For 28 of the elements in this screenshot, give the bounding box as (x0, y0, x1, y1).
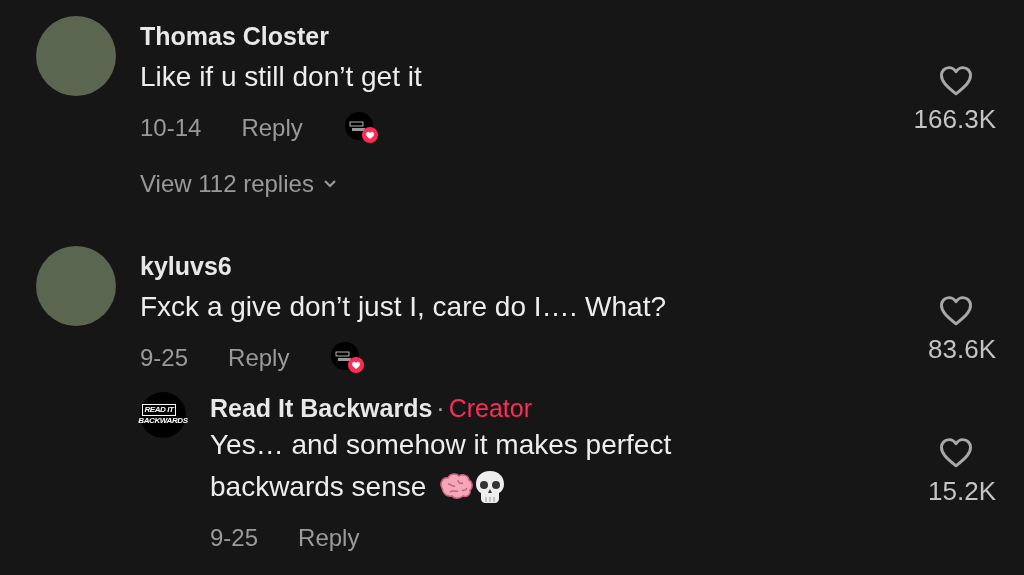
comment-text: Fxck a give don’t just I, care do I…. What? (140, 290, 667, 324)
reply-button[interactable]: Reply (241, 110, 303, 146)
like-count: 15.2K (928, 475, 996, 508)
like-count: 166.3K (913, 103, 996, 136)
author-name[interactable]: Thomas Closter (140, 20, 329, 52)
reply-button[interactable]: Reply (228, 340, 290, 376)
like-count: 83.6K (928, 333, 996, 366)
author-name[interactable]: Read It Backwards (210, 392, 433, 424)
reply-button[interactable]: Reply (298, 520, 360, 556)
comment-date: 10-14 (140, 113, 202, 143)
comment-date: 9-25 (210, 523, 259, 553)
brain-icon (438, 472, 475, 502)
separator-dot: · (436, 393, 445, 424)
skull-icon (474, 470, 507, 504)
heart-icon[interactable] (938, 294, 974, 326)
logo-text: READ IT (142, 404, 176, 416)
heart-icon[interactable] (938, 436, 974, 468)
comment-text: backwards sense (210, 470, 427, 504)
chevron-down-icon (321, 178, 338, 190)
comment-text: Like if u still don’t get it (140, 60, 423, 94)
logo-text: BACKWARDS (138, 416, 188, 426)
comment-date: 9-25 (140, 343, 189, 373)
comment-text: Yes… and somehow it makes perfect (210, 428, 672, 462)
creator-label: Creator (448, 393, 533, 424)
channel-logo[interactable]: READ IT BACKWARDS (140, 392, 186, 438)
heart-icon[interactable] (938, 64, 974, 96)
author-name[interactable]: kyluvs6 (140, 250, 232, 282)
view-replies-link[interactable]: View 112 replies (140, 166, 338, 202)
